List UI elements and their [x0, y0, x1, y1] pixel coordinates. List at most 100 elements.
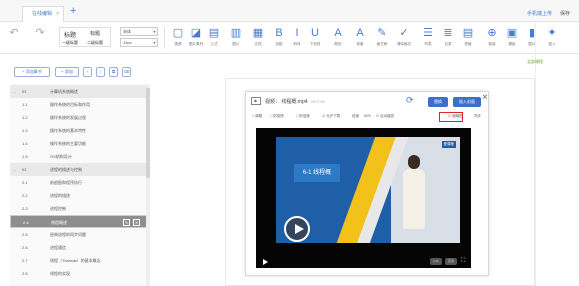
redo-button[interactable]: ↷	[32, 26, 48, 40]
move-down-button[interactable]: ↓	[96, 67, 105, 77]
row-title: 操作系统的发展过程	[50, 115, 86, 120]
toolbar-button-4[interactable]: ▦ 文档	[250, 26, 266, 47]
section-row[interactable]: 2.7 线程（Threads）的基本概念	[10, 254, 147, 267]
toolbar-button-9[interactable]: A 背景	[352, 26, 368, 47]
toolbar-button-12[interactable]: ☰ 列表	[420, 26, 436, 47]
style-selector[interactable]: 标题 标题 一级标题 二级标题	[59, 27, 111, 47]
option-no-drag[interactable]: □ 防拖拽	[270, 114, 284, 119]
toolbar-button-11[interactable]: ✓ 清除格式	[396, 26, 412, 47]
toolbar-button-5[interactable]: B 加粗	[271, 26, 287, 47]
replace-button[interactable]: 替换	[428, 97, 448, 107]
option-quiz[interactable]: □ 弹题	[252, 114, 262, 119]
section-row[interactable]: 1.4 操作系统的主要功能	[10, 137, 147, 150]
tab-bar: 在线编辑 × + 手机端上传 保存	[0, 0, 579, 22]
new-tab-button[interactable]: +	[70, 5, 76, 17]
copy-button[interactable]: ⧉	[109, 67, 118, 77]
chevron-down-icon[interactable]: ▾	[152, 27, 158, 36]
toolbar-label: 加粗	[275, 42, 283, 46]
toolbar-button-14[interactable]: ▤ 表格	[460, 26, 476, 47]
add-section-button[interactable]: + 添加	[55, 67, 79, 77]
toolbar-button-7[interactable]: U 下划线	[307, 26, 323, 47]
chevron-down-icon[interactable]: ▾	[152, 38, 158, 47]
option-autoplay[interactable]: ☑ 自动播放	[376, 114, 394, 119]
section-row[interactable]: 2.4 线程概述 ✎ ✕	[10, 215, 147, 228]
section-row[interactable]: 2.8 线程的实现	[10, 267, 147, 280]
row-title: 经典进程的同步问题	[50, 232, 86, 237]
tab-editor[interactable]: 在线编辑 ×	[22, 6, 64, 22]
toolbar-button-6[interactable]: I 斜体	[289, 26, 305, 47]
toolbar-button-8[interactable]: A 颜色	[330, 26, 346, 47]
delete-button[interactable]: ⌫	[122, 67, 131, 77]
toolbar-button-3[interactable]: ▥ 图片	[228, 26, 244, 47]
toolbar-label: 格式刷	[376, 42, 388, 46]
toolbar-divider	[164, 27, 165, 49]
chapter-row[interactable]: ⌄ 02 进程的描述与控制	[10, 163, 147, 176]
toolbar-icon: ▤	[462, 27, 474, 39]
section-row[interactable]: 2.6 进程通信	[10, 241, 147, 254]
font-size-select[interactable]: 15px	[120, 38, 156, 47]
move-up-button[interactable]: ↑	[83, 67, 92, 77]
toolbar-button-2[interactable]: ▤ 公式	[206, 26, 222, 47]
scrollbar-thumb[interactable]	[146, 88, 150, 178]
style-title-option[interactable]: 标题	[64, 30, 76, 39]
toolbar-button-18[interactable]: ✦ 插入	[544, 26, 560, 47]
option-speed-value[interactable]: 80%	[364, 114, 371, 118]
delete-icon[interactable]: ✕	[133, 219, 140, 226]
player-controls: 1.0x 高清 ⛶	[256, 256, 471, 268]
toolbar-label: 清除格式	[396, 42, 412, 46]
section-row[interactable]: 2.2 进程的描述	[10, 189, 147, 202]
video-player[interactable]: 6-1 线程概 爱课程 1.0x 高清 ⛶	[256, 128, 471, 268]
row-title: OS结构设计	[50, 154, 72, 159]
toolbar-label: 背景	[356, 42, 364, 46]
fullscreen-icon[interactable]: ⛶	[461, 258, 465, 265]
sidebar-scrollbar[interactable]	[146, 84, 150, 286]
video-dialog: ▶ 视频： 线程概.mp4 00:07:06 ⟳ 替换 插入封面 × □ 弹题 …	[245, 91, 489, 276]
edit-icon[interactable]: ✎	[123, 219, 130, 226]
collapse-icon[interactable]: ⌄	[13, 163, 16, 176]
section-row[interactable]: 2.3 进程控制	[10, 202, 147, 215]
all-courses-link[interactable]: 全部课程	[527, 59, 543, 65]
chapter-row[interactable]: ⌄ 01 计算机系统概述	[10, 85, 147, 98]
close-icon[interactable]: ×	[482, 93, 488, 103]
option-no-speed[interactable]: □ 防倍速	[296, 114, 310, 119]
section-row[interactable]: 1.2 操作系统的发展过程	[10, 111, 147, 124]
undo-button[interactable]: ↶	[6, 26, 22, 40]
section-row[interactable]: 2.1 前趋图和程序执行	[10, 176, 147, 189]
toolbar-button-15[interactable]: ⊕ 链接	[484, 26, 500, 47]
section-row[interactable]: 1.3 操作系统的基本特性	[10, 124, 147, 137]
toolbar-label: 颜色	[334, 42, 342, 46]
collapse-icon[interactable]: ⌄	[13, 85, 16, 98]
row-title: 线程的实现	[50, 271, 70, 276]
refresh-icon[interactable]: ⟳	[406, 95, 414, 106]
toolbar-icon: ≣	[443, 27, 453, 39]
redo-icon: ↷	[35, 27, 45, 39]
toolbar-button-0[interactable]: ▢ 视频	[170, 26, 186, 47]
style-h2-option[interactable]: 二级标题	[87, 40, 103, 46]
toolbar-button-10[interactable]: ✎ 格式刷	[374, 26, 390, 47]
insert-cover-button[interactable]: 插入封面	[453, 97, 481, 107]
font-family-select[interactable]: 宋体	[120, 27, 156, 36]
section-row[interactable]: 1.1 操作系统的目标和作用	[10, 98, 147, 111]
quality-select[interactable]: 高清	[445, 258, 457, 265]
toolbar-icon: ▮	[528, 27, 536, 39]
save-link[interactable]: 保存	[560, 10, 570, 17]
style-title2-option[interactable]: 标题	[90, 30, 100, 37]
play-icon[interactable]	[284, 216, 310, 242]
toolbar-button-17[interactable]: ▮ 图片	[524, 26, 540, 47]
play-small-icon[interactable]	[263, 259, 268, 265]
style-h1-option[interactable]: 一级标题	[62, 40, 78, 46]
row-number: 1.5	[22, 154, 28, 159]
toolbar-icon: B	[275, 27, 283, 39]
option-allow-download[interactable]: ☑ 允许下载	[322, 114, 340, 119]
mobile-upload-link[interactable]: 手机端上传	[527, 10, 552, 17]
toolbar-button-13[interactable]: ≣ 目录	[440, 26, 456, 47]
toolbar-button-1[interactable]: ◪ 图片素材	[188, 26, 204, 47]
section-row[interactable]: 1.5 OS结构设计	[10, 150, 147, 163]
option-sync[interactable]: 同步	[474, 114, 481, 119]
toolbar-icon: I	[295, 27, 299, 39]
toolbar-button-16[interactable]: ▣ 模板	[504, 26, 520, 47]
section-row[interactable]: 2.5 经典进程的同步问题	[10, 228, 147, 241]
add-chapter-button[interactable]: + 添加章节	[14, 67, 50, 77]
tab-close-icon[interactable]: ×	[56, 7, 59, 21]
playback-speed[interactable]: 1.0x	[430, 258, 442, 265]
